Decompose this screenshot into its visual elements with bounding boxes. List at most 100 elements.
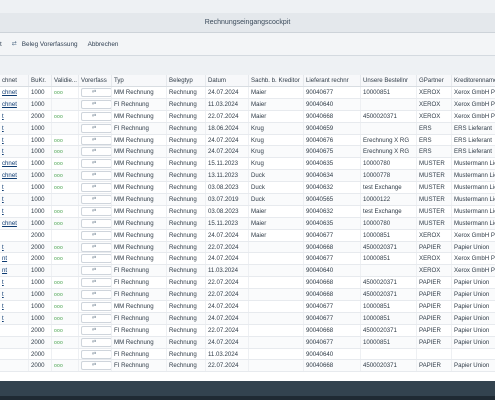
table-cell[interactable]: chnet bbox=[0, 169, 29, 183]
row-link[interactable]: chnet bbox=[2, 172, 17, 179]
table-row[interactable]: t 1000 ooo ⇄ FI Rechnung Rechnung 22.07.2024 90… bbox=[0, 276, 495, 290]
vorerfassung-toggle[interactable]: ⇄ bbox=[81, 230, 111, 240]
table-cell[interactable]: t bbox=[0, 193, 29, 206]
table-row[interactable]: t 1000 ooo ⇄ FI Rechnung Rechnung 24.07.2024 90… bbox=[0, 312, 495, 325]
row-link[interactable]: t bbox=[2, 125, 4, 132]
vorerfassung-toggle[interactable]: ⇄ bbox=[81, 194, 111, 204]
vorerfassung-toggle[interactable]: ⇄ bbox=[81, 183, 111, 193]
col-header-3[interactable]: Vorerfass bbox=[78, 75, 112, 87]
table-row[interactable]: chnet 1000 ooo ⇄ MM Rechnung Rechnung 15.11.20… bbox=[0, 217, 495, 230]
table-cell[interactable] bbox=[0, 324, 29, 337]
table-row[interactable]: t 1000 ooo ⇄ MM Rechnung Rechnung 03.08.2023 Du… bbox=[0, 181, 495, 195]
table-row[interactable]: t 2000 ooo ⇄ MM Rechnung Rechnung 22.07.2024 90… bbox=[0, 241, 495, 254]
col-header-4[interactable]: Typ bbox=[111, 75, 167, 87]
table-row[interactable]: chnet 1000 ⇄ FI Rechnung Rechnung 11.03.2024 M… bbox=[0, 98, 495, 111]
table-cell[interactable]: chnet bbox=[0, 86, 29, 99]
vorerfassung-toggle[interactable]: ⇄ bbox=[81, 87, 111, 97]
table-row[interactable]: t 2000 ooo ⇄ MM Rechnung Rechnung 22.07.2024 Ma… bbox=[0, 110, 495, 123]
row-link[interactable]: t bbox=[2, 196, 4, 203]
row-link[interactable]: chnet bbox=[2, 89, 17, 96]
vorerfassung-toggle[interactable]: ⇄ bbox=[81, 325, 111, 335]
row-link[interactable]: chnet bbox=[2, 101, 17, 108]
table-cell[interactable]: chnet bbox=[0, 157, 29, 171]
table-row[interactable]: t 1000 ⇄ FI Rechnung Rechnung 18.06.2024 Krug 9… bbox=[0, 122, 495, 135]
table-cell[interactable]: t bbox=[0, 241, 29, 254]
table-cell[interactable]: nt bbox=[0, 264, 29, 278]
table-cell[interactable]: t bbox=[0, 205, 29, 218]
table-row[interactable]: 2000 ooo ⇄ MM Rechnung Rechnung 24.07.2024 900… bbox=[0, 336, 495, 349]
vorerfassung-toggle[interactable]: ⇄ bbox=[81, 301, 111, 311]
table-row[interactable]: 2000 ⇄ FI Rechnung Rechnung 11.03.2024 900406… bbox=[0, 348, 495, 361]
vorerfassung-toggle[interactable]: ⇄ bbox=[81, 206, 111, 216]
table-row[interactable]: chnet 1000 ooo ⇄ MM Rechnung Rechnung 13.11.20… bbox=[0, 169, 495, 183]
vorerfassung-toggle[interactable]: ⇄ bbox=[81, 266, 111, 276]
table-row[interactable]: 2000 ooo ⇄ FI Rechnung Rechnung 22.07.2024 900… bbox=[0, 359, 495, 373]
vorerfassung-toggle[interactable]: ⇄ bbox=[81, 135, 111, 145]
vorerfassung-toggle[interactable]: ⇄ bbox=[81, 99, 111, 109]
row-link[interactable]: t bbox=[2, 291, 4, 298]
table-cell[interactable]: t bbox=[0, 134, 29, 147]
col-header-7[interactable]: Sachb. b. Kreditor bbox=[248, 75, 304, 87]
vorerfassung-toggle[interactable]: ⇄ bbox=[81, 361, 111, 371]
col-header-8[interactable]: Lieferant rechnr bbox=[303, 75, 361, 87]
row-link[interactable]: t bbox=[2, 315, 4, 322]
vorerfassung-toggle[interactable]: ⇄ bbox=[81, 337, 111, 347]
row-link[interactable]: chnet bbox=[2, 160, 17, 167]
col-header-11[interactable]: Kreditorennamen bbox=[451, 75, 495, 87]
table-row[interactable]: t 1000 ⇄ MM Rechnung Rechnung 03.07.2019 Duck 9… bbox=[0, 193, 495, 206]
vorerfassung-toggle[interactable]: ⇄ bbox=[81, 290, 111, 300]
row-link[interactable]: t bbox=[2, 279, 4, 286]
row-link[interactable]: nt bbox=[2, 267, 7, 274]
table-cell[interactable]: t bbox=[0, 288, 29, 302]
vorerfassung-toggle[interactable]: ⇄ bbox=[81, 254, 111, 264]
row-link[interactable]: t bbox=[2, 208, 4, 215]
table-row[interactable]: 2000 ooo ⇄ FI Rechnung Rechnung 22.07.2024 900… bbox=[0, 324, 495, 337]
vorerfassung-toggle[interactable]: ⇄ bbox=[81, 218, 111, 228]
row-link[interactable]: t bbox=[2, 244, 4, 251]
table-row[interactable]: t 1000 ooo ⇄ MM Rechnung Rechnung 24.07.2024 Kr… bbox=[0, 145, 495, 159]
table-row[interactable]: t 1000 ooo ⇄ MM Rechnung Rechnung 24.07.2024 90… bbox=[0, 300, 495, 313]
table-row[interactable]: t 1000 ooo ⇄ FI Rechnung Rechnung 22.07.2024 90… bbox=[0, 288, 495, 302]
table-cell[interactable]: nt bbox=[0, 252, 29, 266]
beleg-vorerfassung-button[interactable]: ⇄ Beleg Vorerfassung bbox=[12, 41, 78, 48]
col-header-0[interactable]: chnet bbox=[0, 75, 29, 87]
vorerfassung-toggle[interactable]: ⇄ bbox=[81, 349, 111, 359]
col-header-9[interactable]: Unsere Bestellnr bbox=[360, 75, 417, 87]
table-cell[interactable]: chnet bbox=[0, 98, 29, 111]
table-cell[interactable]: t bbox=[0, 110, 29, 123]
vorerfassung-toggle[interactable]: ⇄ bbox=[81, 278, 111, 288]
vorerfassung-toggle[interactable]: ⇄ bbox=[81, 159, 111, 169]
row-link[interactable]: t bbox=[2, 137, 4, 144]
vorerfassung-toggle[interactable]: ⇄ bbox=[81, 313, 111, 323]
vorerfassung-toggle[interactable]: ⇄ bbox=[81, 242, 111, 252]
col-header-1[interactable]: BuKr. bbox=[28, 75, 52, 87]
vorerfassung-toggle[interactable]: ⇄ bbox=[81, 111, 111, 121]
col-header-2[interactable]: Validie... bbox=[51, 75, 79, 87]
table-cell[interactable] bbox=[0, 359, 29, 373]
table-cell[interactable]: t bbox=[0, 181, 29, 195]
row-link[interactable]: t bbox=[2, 113, 4, 120]
table-row[interactable]: chnet 1000 ooo ⇄ MM Rechnung Rechnung 24.07.20… bbox=[0, 86, 495, 99]
row-link[interactable]: t bbox=[2, 148, 4, 155]
row-link[interactable]: chnet bbox=[2, 220, 17, 227]
table-row[interactable]: nt 2000 ooo ⇄ MM Rechnung Rechnung 24.07.2024 9… bbox=[0, 252, 495, 266]
col-header-5[interactable]: Belegtyp bbox=[166, 75, 206, 87]
table-row[interactable]: nt 1000 ⇄ FI Rechnung Rechnung 11.03.2024 9004… bbox=[0, 264, 495, 278]
vorerfassung-toggle[interactable]: ⇄ bbox=[81, 171, 111, 181]
row-link[interactable]: t bbox=[2, 303, 4, 310]
table-row[interactable]: t 1000 ooo ⇄ MM Rechnung Rechnung 03.08.2023 Ma… bbox=[0, 205, 495, 218]
table-cell[interactable]: chnet bbox=[0, 217, 29, 230]
col-header-10[interactable]: GPartner bbox=[416, 75, 452, 87]
table-cell[interactable]: t bbox=[0, 312, 29, 325]
vorerfassung-toggle[interactable]: ⇄ bbox=[81, 123, 111, 133]
table-cell[interactable]: t bbox=[0, 122, 29, 135]
table-cell[interactable] bbox=[0, 336, 29, 349]
abbrechen-button[interactable]: Abbrechen bbox=[88, 41, 119, 48]
table-cell[interactable] bbox=[0, 348, 29, 361]
table-row[interactable]: chnet 1000 ooo ⇄ MM Rechnung Rechnung 15.11.20… bbox=[0, 157, 495, 171]
table-cell[interactable]: t bbox=[0, 145, 29, 159]
col-header-6[interactable]: Datum bbox=[205, 75, 249, 87]
table-row[interactable]: t 1000 ooo ⇄ MM Rechnung Rechnung 24.07.2024 Kr… bbox=[0, 134, 495, 147]
row-link[interactable]: nt bbox=[2, 255, 7, 262]
toolbar-item-0[interactable]: t bbox=[0, 41, 2, 48]
